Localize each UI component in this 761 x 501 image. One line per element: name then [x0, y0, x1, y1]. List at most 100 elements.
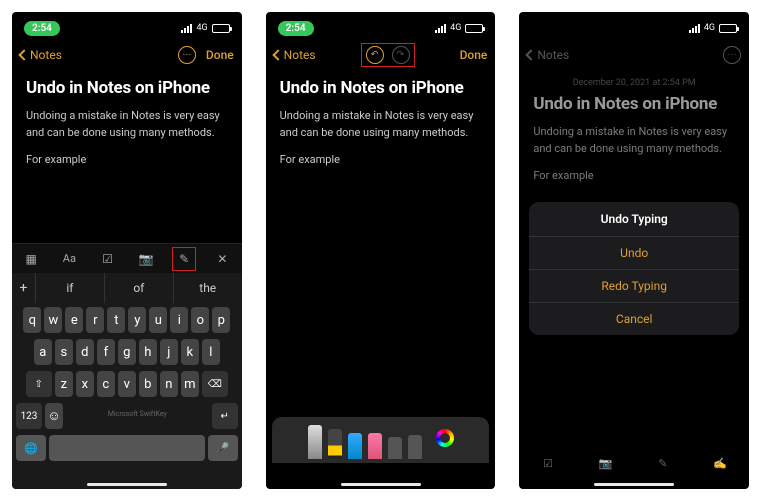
prediction-3[interactable]: the [174, 273, 242, 303]
redo-icon[interactable]: ↷ [392, 46, 410, 64]
checklist-icon[interactable]: ☑ [96, 247, 120, 271]
key-x[interactable]: x [76, 371, 94, 397]
mic-icon[interactable]: 🎤 [208, 435, 238, 461]
key-a[interactable]: a [34, 339, 52, 365]
key-i[interactable]: i [170, 307, 188, 333]
key-u[interactable]: u [149, 307, 167, 333]
key-q[interactable]: q [23, 307, 41, 333]
eraser-tool[interactable] [368, 433, 382, 459]
home-indicator[interactable] [341, 483, 421, 486]
key-f[interactable]: f [97, 339, 115, 365]
key-g[interactable]: g [118, 339, 136, 365]
key-s[interactable]: s [55, 339, 73, 365]
prediction-2[interactable]: of [105, 273, 174, 303]
status-bar: 2:54 4G [12, 12, 242, 40]
nav-bar: Notes ⋯ [519, 40, 749, 70]
status-bar: 4G [519, 12, 749, 40]
markup-icon[interactable]: ✎ [172, 247, 196, 271]
key-r[interactable]: r [86, 307, 104, 333]
key-m[interactable]: m [181, 371, 199, 397]
key-y[interactable]: y [128, 307, 146, 333]
home-indicator[interactable] [594, 483, 674, 486]
shift-key[interactable]: ⇧ [26, 371, 52, 397]
network-label: 4G [450, 23, 461, 33]
prediction-bar: + if of the [12, 273, 242, 303]
note-body-2: For example [533, 169, 735, 182]
key-h[interactable]: h [139, 339, 157, 365]
note-body-2: For example [280, 153, 482, 166]
status-time[interactable]: 2:54 [278, 21, 314, 36]
back-label: Notes [30, 48, 62, 62]
key-t[interactable]: t [107, 307, 125, 333]
done-button[interactable]: Done [206, 48, 234, 62]
key-p[interactable]: p [212, 307, 230, 333]
status-time[interactable]: 2:54 [24, 21, 60, 36]
key-z[interactable]: z [55, 371, 73, 397]
text-style-icon[interactable]: Aa [57, 247, 81, 271]
key-l[interactable]: l [202, 339, 220, 365]
sheet-title: Undo Typing [529, 202, 739, 237]
key-w[interactable]: w [44, 307, 62, 333]
key-row-2: asdfghjkl [16, 339, 238, 365]
more-icon[interactable]: ⋯ [178, 46, 196, 64]
key-v[interactable]: v [118, 371, 136, 397]
number-key[interactable]: 123 [16, 403, 42, 429]
undo-icon[interactable]: ↶ [366, 46, 384, 64]
back-button: Notes [527, 48, 569, 62]
key-o[interactable]: o [191, 307, 209, 333]
backspace-key[interactable]: ⌫ [202, 371, 228, 397]
signal-icon [435, 24, 446, 33]
key-row-3: ⇧ zxcvbnm ⌫ [16, 371, 238, 397]
color-picker-icon[interactable] [436, 429, 454, 447]
note-body: Undoing a mistake in Notes is very easy … [533, 124, 735, 157]
undo-button[interactable]: Undo [529, 237, 739, 270]
redo-button[interactable]: Redo Typing [529, 270, 739, 303]
return-key[interactable]: ↵ [212, 403, 238, 429]
battery-icon [465, 24, 483, 33]
key-k[interactable]: k [181, 339, 199, 365]
key-d[interactable]: d [76, 339, 94, 365]
note-content: December 20, 2021 at 2:54 PM Undo in Not… [519, 70, 749, 190]
ruler-tool[interactable] [408, 435, 422, 459]
back-label: Notes [284, 48, 316, 62]
markup-icon: ✎ [652, 452, 674, 474]
key-row-1: qwertyuiop [16, 307, 238, 333]
back-button[interactable]: Notes [20, 48, 62, 62]
pen-tool[interactable] [308, 425, 322, 459]
table-icon[interactable]: ▦ [19, 247, 43, 271]
close-toolbar-icon[interactable]: ✕ [210, 247, 234, 271]
note-content[interactable]: Undo in Notes on iPhone Undoing a mistak… [12, 70, 242, 174]
key-b[interactable]: b [139, 371, 157, 397]
status-bar: 2:54 4G [266, 12, 496, 40]
space-key[interactable] [49, 435, 205, 461]
emoji-key[interactable]: ☺ [45, 403, 63, 429]
screenshot-3: 4G Notes ⋯ December 20, 2021 at 2:54 PM … [519, 12, 749, 489]
prediction-1[interactable]: if [36, 273, 105, 303]
key-c[interactable]: c [97, 371, 115, 397]
screenshot-1: 2:54 4G Notes ⋯ Done Undo in Notes on iP… [12, 12, 242, 489]
marker-tool[interactable] [328, 429, 342, 459]
key-n[interactable]: n [160, 371, 178, 397]
note-body-2: For example [26, 153, 228, 166]
expand-predictions-icon[interactable]: + [12, 273, 36, 303]
note-content[interactable]: Undo in Notes on iPhone Undoing a mistak… [266, 70, 496, 174]
done-button[interactable]: Done [460, 48, 488, 62]
camera-icon[interactable]: 📷 [134, 247, 158, 271]
chevron-left-icon [18, 49, 29, 60]
globe-icon[interactable]: 🌐 [16, 435, 46, 461]
key-j[interactable]: j [160, 339, 178, 365]
network-label: 4G [196, 23, 207, 33]
back-button[interactable]: Notes [274, 48, 316, 62]
cancel-button[interactable]: Cancel [529, 303, 739, 335]
key-row-4: 123 ☺ Microsoft SwiftKey ↵ [16, 403, 238, 429]
more-icon: ⋯ [723, 46, 741, 64]
camera-icon: 📷 [594, 452, 616, 474]
pencil-tool[interactable] [348, 433, 362, 459]
keyboard-toolbar: ▦ Aa ☑ 📷 ✎ ✕ [12, 243, 242, 273]
back-label: Notes [537, 48, 569, 62]
chevron-left-icon [526, 49, 537, 60]
battery-icon [719, 24, 737, 33]
home-indicator[interactable] [87, 483, 167, 486]
key-e[interactable]: e [65, 307, 83, 333]
lasso-tool[interactable] [388, 437, 402, 459]
